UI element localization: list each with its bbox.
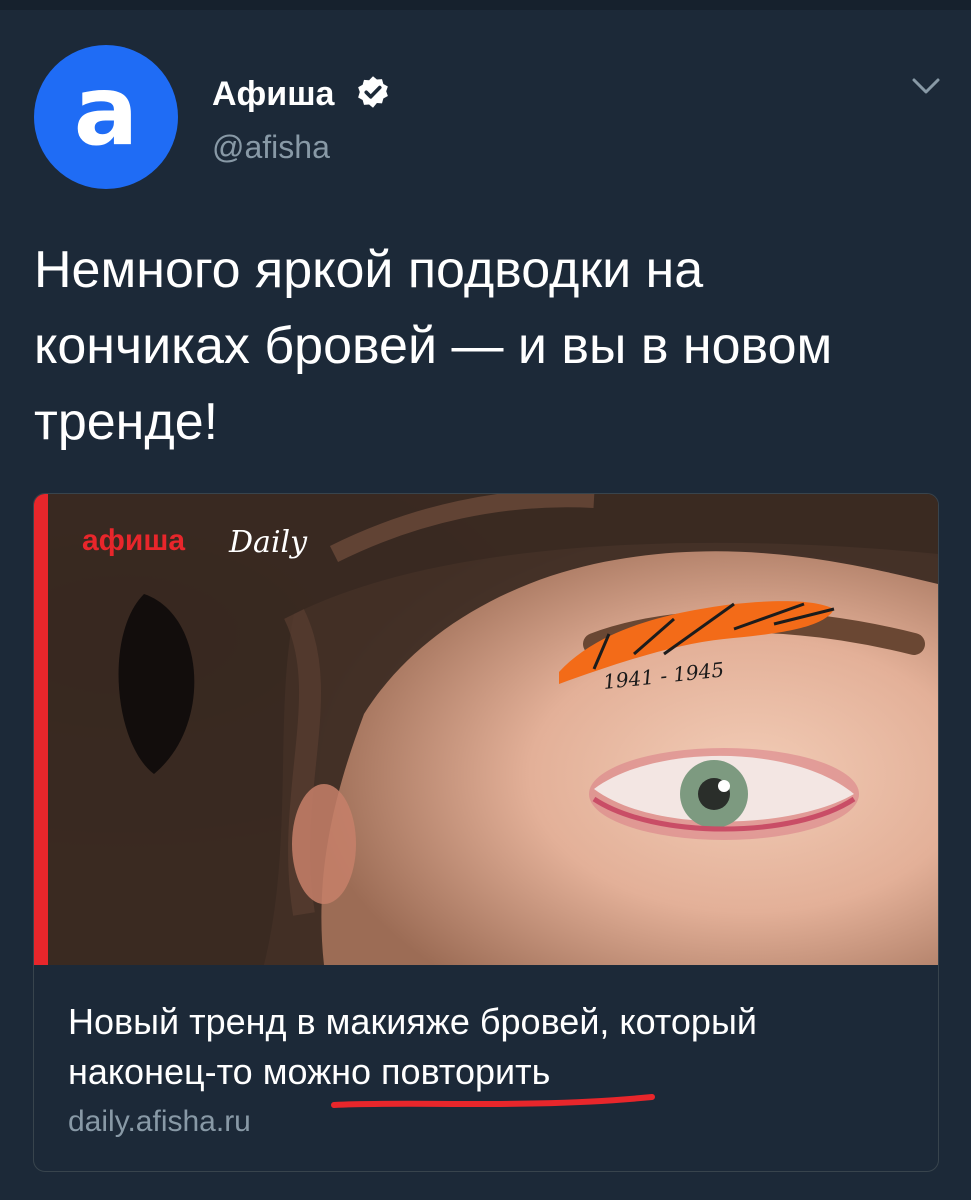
avatar[interactable]: а — [34, 45, 178, 189]
card-domain[interactable]: daily.afisha.ru — [68, 1104, 251, 1140]
card-image-art: афиша Daily 1941 - 1945 — [34, 494, 938, 965]
link-card[interactable]: афиша Daily 1941 - 1945 Новый тренд в ма… — [33, 493, 939, 1172]
card-logo-daily: Daily — [228, 525, 308, 560]
tweet-text: Немного яркой подводки на кончиках брове… — [34, 241, 833, 451]
avatar-letter: а — [73, 55, 139, 167]
verified-badge-icon — [358, 76, 388, 108]
card-image[interactable]: афиша Daily 1941 - 1945 — [34, 494, 938, 965]
author-display-name[interactable]: Афиша — [212, 74, 334, 114]
author-handle[interactable]: @afisha — [212, 128, 330, 166]
chevron-down-icon[interactable] — [908, 74, 944, 98]
tweet: а Афиша @afisha Немного яркой подводки н… — [0, 0, 971, 1200]
card-title[interactable]: Новый тренд в макияже бровей, который на… — [68, 997, 908, 1097]
card-logo-afisha: афиша — [82, 524, 185, 557]
